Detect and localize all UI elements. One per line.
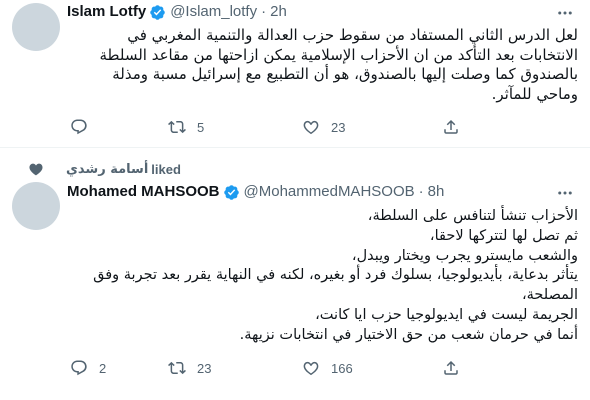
retweet-count: 23 bbox=[197, 360, 212, 376]
like-icon bbox=[303, 361, 319, 376]
tweet-text: لعل الدرس الثاني المستفاد من سقوط حزب ال… bbox=[62, 26, 578, 104]
retweet-icon bbox=[168, 120, 186, 134]
liked-heart-icon bbox=[29, 163, 43, 176]
liker-name[interactable]: أسامة رشدي bbox=[66, 162, 148, 177]
share-button[interactable] bbox=[442, 118, 460, 136]
avatar[interactable] bbox=[12, 182, 60, 230]
tweet-time[interactable]: 8h bbox=[428, 182, 445, 202]
more-options-button[interactable] bbox=[554, 2, 576, 24]
avatar[interactable] bbox=[12, 3, 60, 51]
tweet-text-line: الانتخابات بعد التأكد من ان الأحزاب الإس… bbox=[99, 45, 578, 64]
reply-count: 2 bbox=[99, 360, 107, 376]
author-name[interactable]: Mohamed MAHSOOB bbox=[67, 182, 220, 202]
retweet-count: 5 bbox=[197, 119, 205, 135]
tweet-actions: 2 23 166 bbox=[70, 359, 460, 377]
tweet-time[interactable]: 2h bbox=[270, 2, 287, 22]
more-options-icon bbox=[558, 11, 572, 15]
tweet-text-line: وماحي للمآثر. bbox=[491, 84, 578, 103]
tweet-text-line: بالصندوق كما وصلت إليها بالصندوق، هو أن … bbox=[112, 65, 578, 83]
more-options-button[interactable] bbox=[554, 182, 576, 204]
liked-label: liked bbox=[151, 161, 181, 177]
tweet-text-line: والشعب مايسترو يجرب ويختار ويبدل، bbox=[351, 247, 578, 264]
author-handle[interactable]: @MohammedMAHSOOB bbox=[244, 182, 415, 202]
share-icon bbox=[444, 360, 458, 375]
retweet-button[interactable]: 5 bbox=[168, 118, 302, 136]
verified-badge-icon bbox=[223, 184, 239, 200]
reply-icon bbox=[71, 119, 87, 135]
retweet-icon bbox=[168, 361, 186, 375]
verified-badge-icon bbox=[150, 4, 165, 20]
tweet-text-line: يتأثر بدعاية، بأيديولوجيا، بسلوك فرد أو … bbox=[93, 267, 578, 284]
reply-button[interactable] bbox=[70, 118, 168, 136]
tweet-text-line: لعل الدرس الثاني المستفاد من سقوط حزب ال… bbox=[127, 26, 578, 44]
tweet-text-line: أنما في حرمان شعب من حق الاختيار في انتخ… bbox=[239, 326, 578, 343]
author-name[interactable]: Islam Lotfy bbox=[67, 2, 146, 22]
more-options-icon bbox=[558, 191, 572, 195]
like-button[interactable]: 23 bbox=[302, 118, 442, 136]
share-icon bbox=[444, 119, 458, 134]
tweet-actions: 5 23 bbox=[70, 118, 460, 136]
like-count: 23 bbox=[331, 119, 346, 135]
separator-dot: · bbox=[261, 3, 267, 20]
tweet-header: Islam Lotfy @Islam_lotfy · 2h bbox=[67, 2, 287, 22]
social-context: أسامة رشدي liked bbox=[28, 161, 181, 177]
like-button[interactable]: 166 bbox=[302, 359, 442, 377]
tweet-text-line: الأحزاب تنشأ لتنافس على السلطة، bbox=[367, 208, 578, 224]
tweet-text-line: ثم تصل لها لتتركها لاحقا، bbox=[429, 227, 578, 244]
author-handle[interactable]: @Islam_lotfy bbox=[170, 2, 257, 22]
reply-button[interactable]: 2 bbox=[70, 359, 168, 377]
reply-icon bbox=[71, 360, 87, 376]
tweet-text-line: المصلحة، bbox=[521, 287, 578, 304]
retweet-button[interactable]: 23 bbox=[168, 359, 302, 377]
share-button[interactable] bbox=[442, 359, 460, 377]
tweet-header: Mohamed MAHSOOB @MohammedMAHSOOB · 8h bbox=[67, 182, 444, 202]
tweet-text-line: الجريمة ليست في ايديولوجيا حزب ايا كانت، bbox=[315, 306, 578, 323]
like-icon bbox=[303, 120, 319, 135]
tweet-text: الأحزاب تنشأ لتنافس على السلطة، ثم تصل ل… bbox=[62, 207, 578, 346]
separator-dot: · bbox=[418, 183, 424, 200]
tweet-islam-lotfy[interactable]: Islam Lotfy @Islam_lotfy · 2h لعل الدرس … bbox=[0, 0, 590, 148]
like-count: 166 bbox=[331, 360, 353, 376]
